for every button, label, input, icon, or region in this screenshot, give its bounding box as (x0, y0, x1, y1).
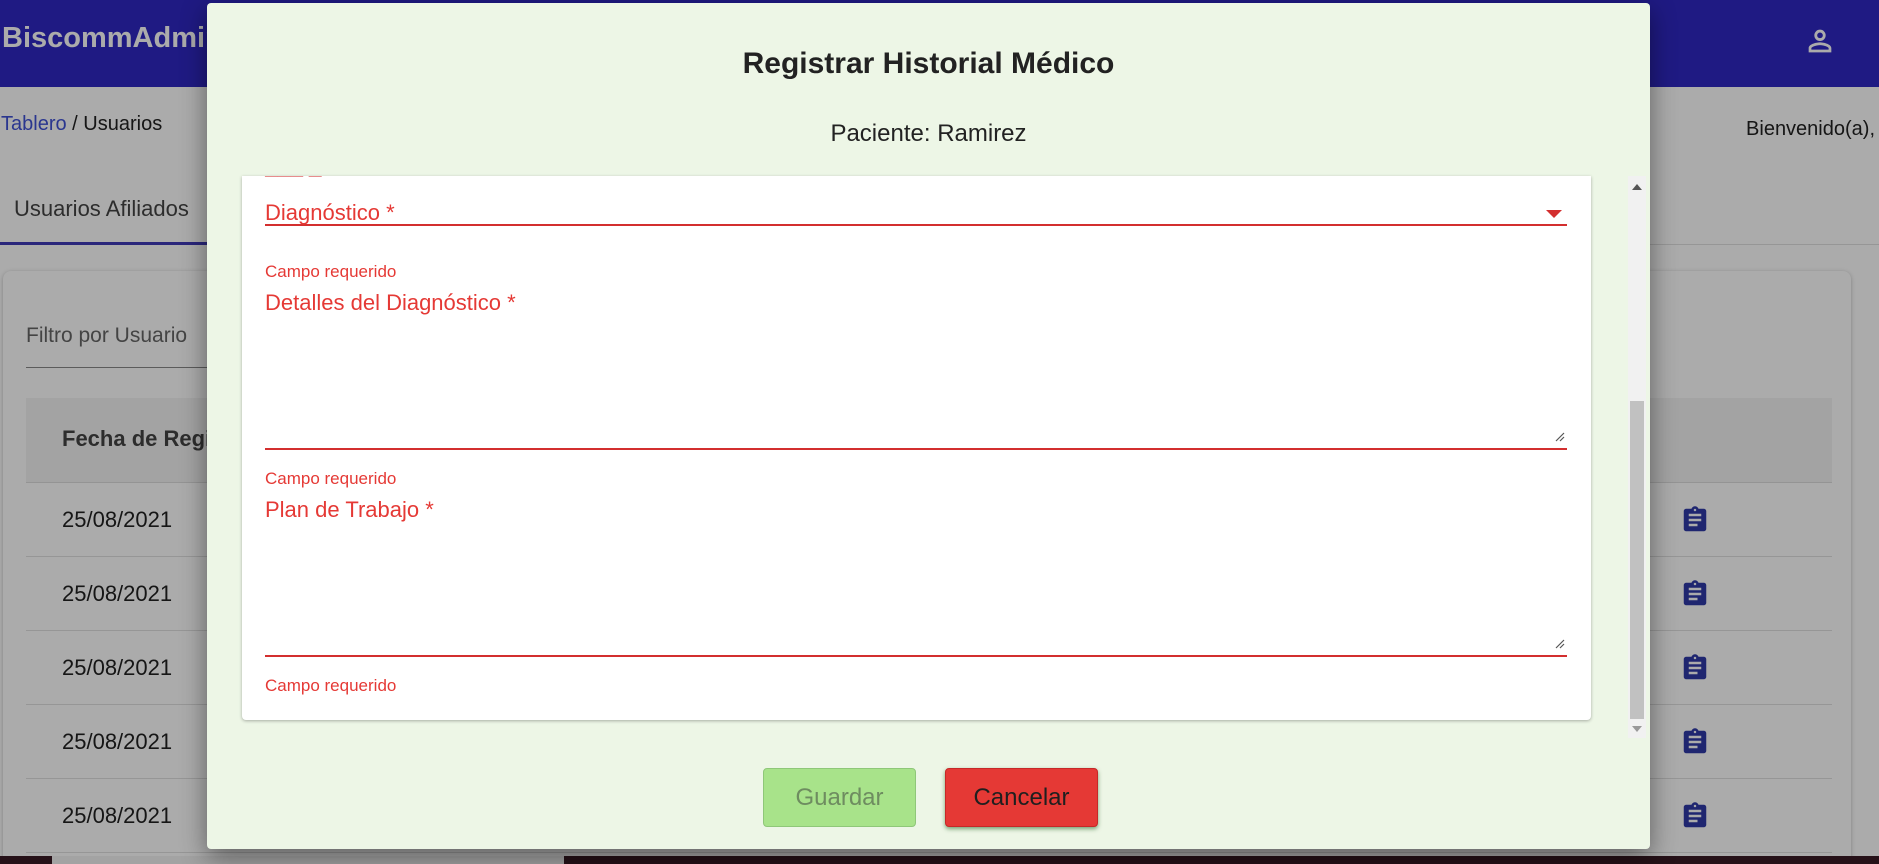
plan-trabajo-label: Plan de Trabajo * (265, 497, 434, 522)
detalles-label: Detalles del Diagnóstico * (265, 290, 516, 315)
detalles-textarea[interactable]: Detalles del Diagnóstico * (265, 290, 1567, 450)
scroll-up-icon[interactable] (1632, 184, 1642, 190)
plan-trabajo-helper: Campo requerido (265, 676, 397, 695)
plan-trabajo-textarea[interactable]: Plan de Trabajo * (265, 497, 1567, 657)
detalles-helper: Campo requerido (265, 469, 397, 488)
chevron-down-icon[interactable] (1546, 210, 1562, 218)
medical-history-dialog: Registrar Historial Médico Paciente: Ram… (207, 3, 1650, 849)
resize-handle-icon[interactable] (1553, 637, 1565, 649)
patient-label: Paciente: Ramirez (830, 120, 1027, 147)
dialog-scrollbar[interactable] (1628, 176, 1646, 738)
resize-handle-icon[interactable] (1553, 430, 1565, 442)
save-button[interactable]: Guardar (763, 768, 916, 827)
dialog-title: Registrar Historial Médico (742, 47, 1115, 80)
diagnostico-label: Diagnóstico * (265, 200, 395, 225)
scroll-down-icon[interactable] (1632, 726, 1642, 732)
diagnostico-select[interactable]: Diagnóstico * (265, 194, 1567, 226)
previous-field-label-cut: ━━━ ━ (265, 176, 321, 188)
diagnostico-helper: Campo requerido (265, 262, 397, 281)
form-scroll-area[interactable]: ━━━ ━ Diagnóstico * Campo requerido Deta… (242, 176, 1591, 720)
cancel-button[interactable]: Cancelar (945, 768, 1098, 827)
scrollbar-thumb[interactable] (1630, 401, 1644, 719)
